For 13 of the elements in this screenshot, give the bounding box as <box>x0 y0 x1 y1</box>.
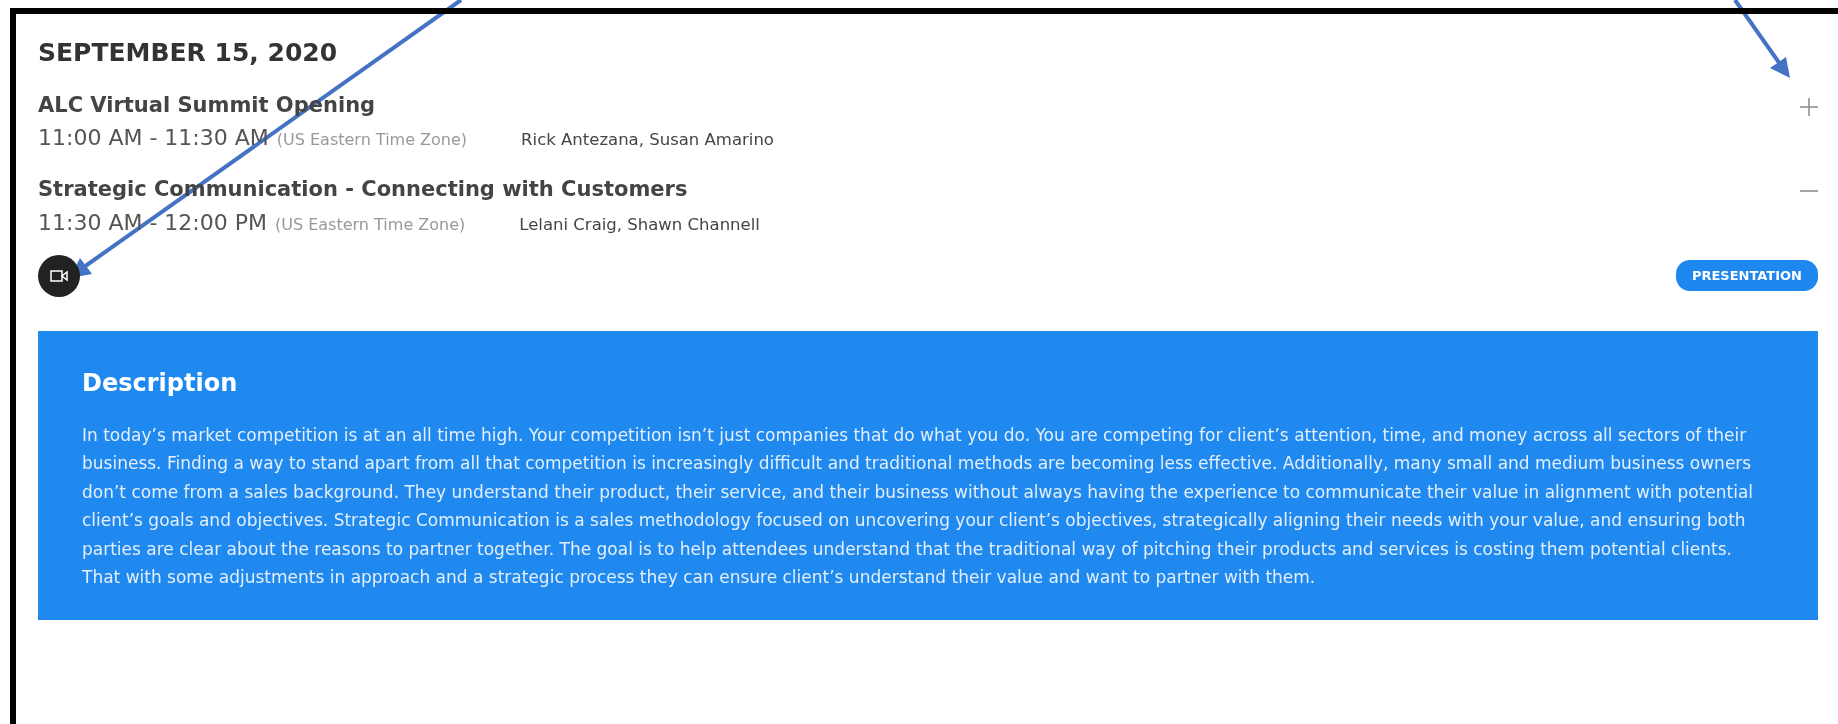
session-time: 11:30 AM - 12:00 PM <box>38 208 267 237</box>
time-zone: (US Eastern Time Zone) <box>276 129 468 151</box>
session-time: 11:00 AM - 11:30 AM <box>38 124 269 152</box>
expand-icon[interactable] <box>1800 97 1818 116</box>
video-camera-icon <box>50 269 68 282</box>
category-badge: PRESENTATION <box>1675 259 1818 292</box>
description-text: In today’s market competition is at an all time high. Your competition isn’t just companies that do what you do. You are competing for client’s attention, time, and money across all sectors of their business. Finding a way to stand apart from all that competition is increasingly difficult and traditional methods are becoming less effective. Additionally, many small and medium business owners don’t come from a sales background. They understand their product, their service, and their business without always having the experience to communicate their value in alignment with potential client’s goals and objectives. Strategic Communication is a sales methodology focused on uncovering your client’s objectives, strategically aligning their needs with your value, and ensuring both parties are clear about the reasons to partner together. The goal is to help attendees understand that the traditional way of pitching their products and services is costing them potential clients. That with some adjustments in approach and a strategic process they can ensure client’s understand their value and want to partner with them. <box>82 423 1755 589</box>
time-zone: (US Eastern Time Zone) <box>275 213 466 236</box>
date-heading: SEPTEMBER 15, 2020 <box>38 37 339 69</box>
speaker-names: Rick Antezana, Susan Amarino <box>521 129 774 151</box>
speaker-names: Lelani Craig, Shawn Channell <box>519 213 760 236</box>
video-button[interactable] <box>38 254 80 297</box>
description-heading: Description <box>82 367 239 399</box>
